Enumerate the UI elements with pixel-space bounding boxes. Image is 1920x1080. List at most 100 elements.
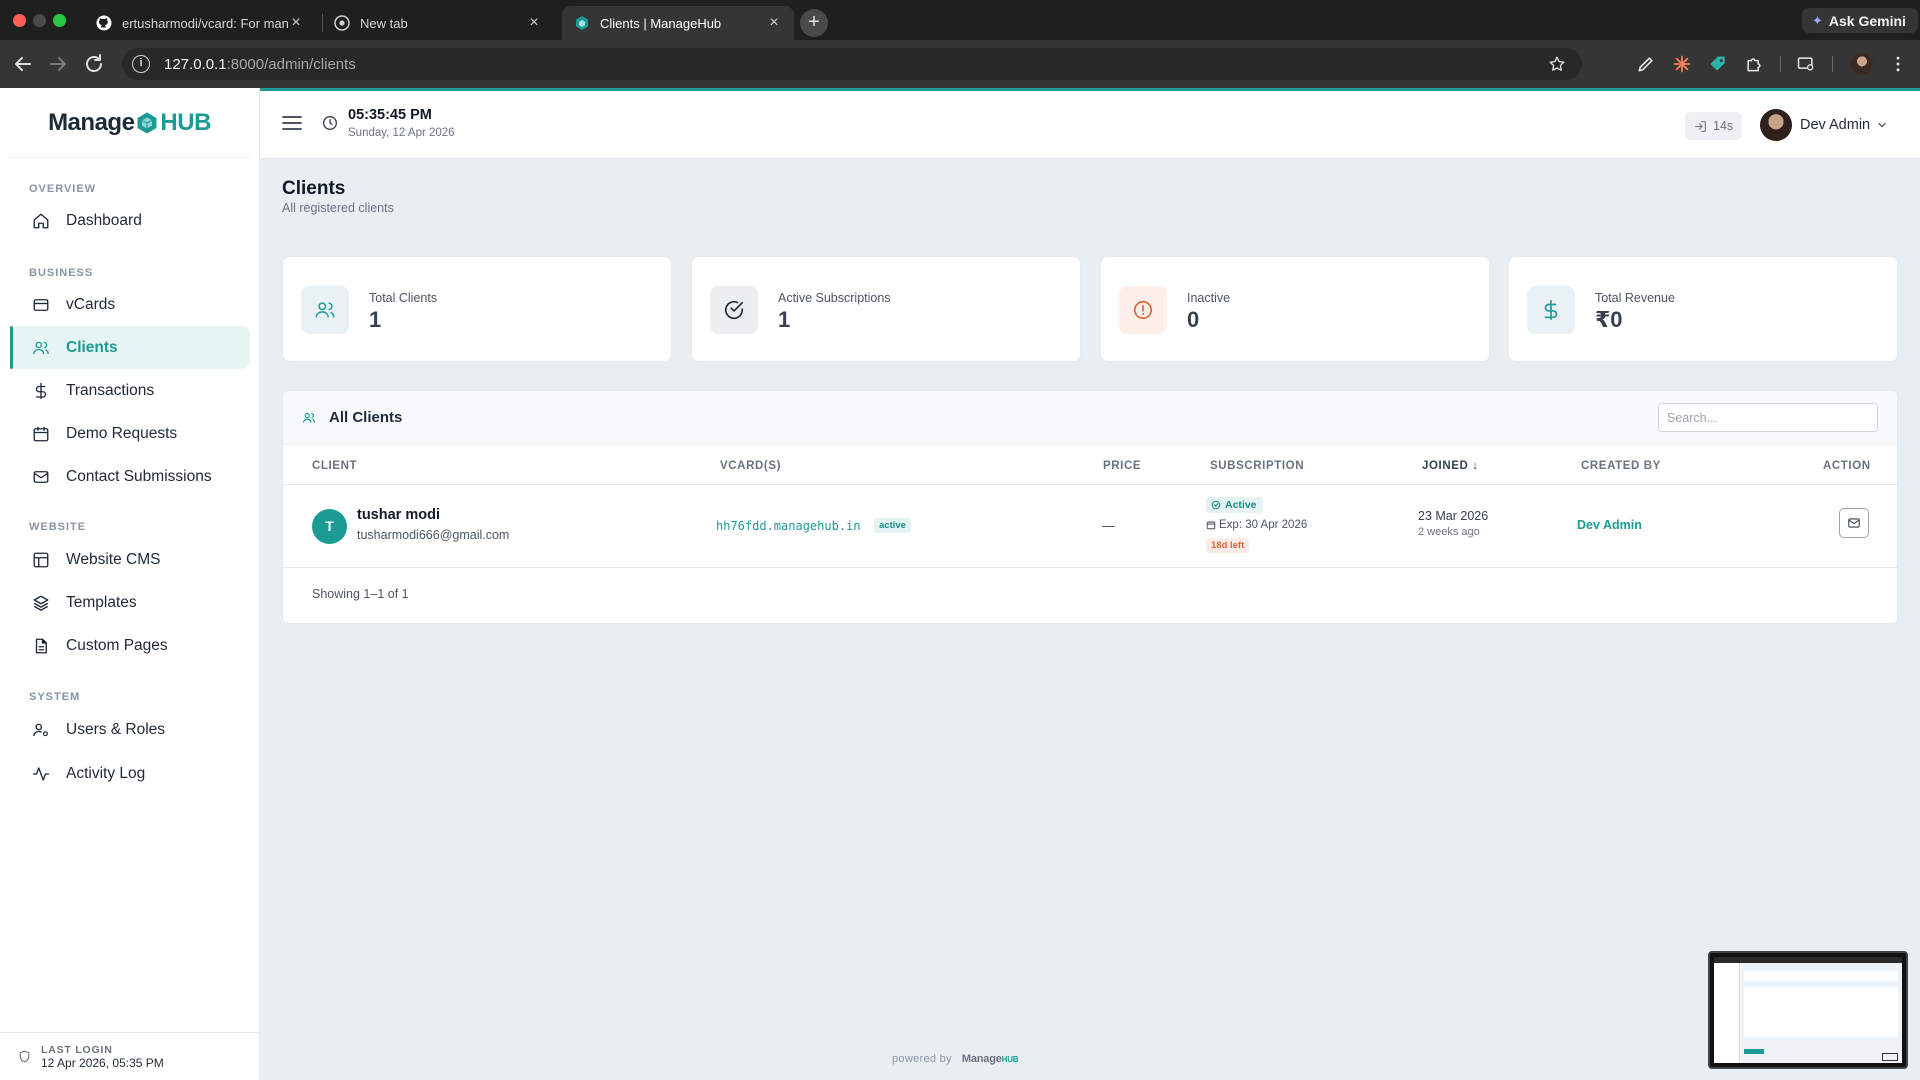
extensions-puzzle-icon[interactable] — [1744, 54, 1764, 74]
calendar-icon — [33, 426, 49, 441]
stat-card-total-revenue: Total Revenue ₹0 — [1508, 256, 1898, 362]
close-tab-icon[interactable]: × — [766, 15, 782, 31]
sidebar-item-users-roles[interactable]: Users & Roles — [10, 708, 250, 751]
vcard-link[interactable]: hh76fdd.managehub.in — [716, 519, 861, 533]
pagination-info: Showing 1–1 of 1 — [312, 587, 409, 601]
stat-value: 0 — [1187, 307, 1200, 332]
back-icon[interactable] — [11, 52, 35, 76]
footer: powered by ManageHUB — [892, 1053, 1019, 1065]
stat-value: 1 — [369, 307, 382, 332]
reload-icon[interactable] — [82, 52, 106, 76]
screenshot-preview-thumbnail[interactable] — [1708, 951, 1908, 1069]
sidebar-item-templates[interactable]: Templates — [10, 581, 250, 624]
ask-gemini-label: Ask Gemini — [1828, 12, 1906, 29]
sidebar-item-label: Transactions — [66, 381, 155, 399]
column-header-vcards[interactable]: VCARD(S) — [720, 460, 781, 472]
sidebar-item-contact-submissions[interactable]: Contact Submissions — [10, 455, 250, 498]
joined-date: 23 Mar 2026 — [1418, 509, 1489, 523]
subscription-status-badge: Active — [1206, 497, 1263, 513]
users-icon — [302, 413, 316, 423]
logo-cube-icon — [137, 112, 157, 133]
address-bar[interactable]: i 127.0.0.1 :8000/admin/clients — [122, 48, 1582, 80]
bookmark-star-icon[interactable] — [1548, 55, 1566, 73]
maximize-window-button[interactable] — [53, 14, 66, 27]
clients-table-panel: All Clients CLIENT VCARD(S) PRICE SUBSCR… — [282, 390, 1898, 624]
extension-burst-icon[interactable] — [1672, 54, 1692, 74]
managehub-icon — [576, 16, 588, 30]
stat-icon-box — [301, 286, 349, 334]
column-header-joined[interactable]: JOINED ↓ — [1422, 460, 1479, 472]
close-tab-icon[interactable]: × — [288, 15, 304, 31]
column-header-price[interactable]: PRICE — [1103, 460, 1141, 472]
stat-icon-box — [1119, 286, 1167, 334]
nav-section-overview: OVERVIEW — [29, 183, 97, 195]
panel-header: All Clients — [283, 391, 1897, 445]
avatar — [1760, 109, 1792, 141]
sidebar-item-label: Dashboard — [66, 211, 142, 229]
column-header-subscription[interactable]: SUBSCRIPTION — [1210, 460, 1304, 472]
gemini-spark-icon: ✦ — [1812, 12, 1823, 28]
column-header-client[interactable]: CLIENT — [312, 460, 357, 472]
minimize-window-button[interactable] — [33, 14, 46, 27]
tab-clients-managehub[interactable]: Clients | ManageHub × — [562, 6, 794, 40]
new-tab-button[interactable]: + — [800, 9, 828, 37]
session-timer-badge[interactable]: 14s — [1685, 112, 1743, 140]
last-login-label: LAST LOGIN — [41, 1043, 113, 1056]
clock-icon — [323, 116, 337, 130]
send-email-button[interactable] — [1839, 508, 1869, 538]
sidebar-item-label: Templates — [66, 593, 137, 611]
sidebar: Manage HUB OVERVIEW Dashboard BUSINESS v… — [0, 88, 260, 1080]
browser-tab-strip: ertusharmodi/vcard: For mana × New tab ×… — [0, 0, 1920, 40]
stat-label: Total Revenue — [1595, 291, 1675, 305]
sidebar-item-clients[interactable]: Clients — [10, 326, 250, 369]
page-title: Clients — [282, 178, 346, 199]
sidebar-item-transactions[interactable]: Transactions — [10, 369, 250, 412]
client-name[interactable]: tushar modi — [357, 507, 440, 523]
sidebar-item-dashboard[interactable]: Dashboard — [10, 199, 250, 242]
user-menu[interactable]: Dev Admin — [1760, 109, 1888, 141]
pen-tool-icon[interactable] — [1636, 54, 1656, 74]
days-left-badge: 18d left — [1206, 538, 1250, 553]
sidebar-item-custom-pages[interactable]: Custom Pages — [10, 624, 250, 667]
close-tab-icon[interactable]: × — [526, 15, 542, 31]
menu-toggle-icon[interactable] — [282, 115, 302, 131]
browser-profile-avatar[interactable] — [1851, 53, 1873, 75]
search-input[interactable] — [1658, 403, 1878, 432]
chrome-icon — [334, 15, 350, 31]
footer-logo-hub: HUB — [1001, 1055, 1019, 1064]
sidebar-item-activity-log[interactable]: Activity Log — [10, 752, 250, 795]
last-login-value: 12 Apr 2026, 05:35 PM — [41, 1055, 164, 1070]
sidebar-item-label: Custom Pages — [66, 636, 168, 654]
logo-text-hub: HUB — [160, 108, 211, 136]
column-header-action: ACTION — [1823, 460, 1871, 472]
tab-title: New tab — [360, 15, 408, 31]
created-by-link[interactable]: Dev Admin — [1577, 518, 1642, 532]
ask-gemini-button[interactable]: ✦ Ask Gemini — [1802, 8, 1918, 33]
site-info-icon[interactable]: i — [132, 55, 150, 73]
cast-search-icon[interactable] — [1796, 54, 1816, 74]
sidebar-item-website-cms[interactable]: Website CMS — [10, 538, 250, 581]
calendar-icon — [1206, 521, 1216, 530]
client-avatar: T — [312, 509, 347, 544]
check-circle-icon — [724, 301, 744, 319]
dollar-icon — [1544, 300, 1558, 320]
more-menu-icon[interactable] — [1888, 54, 1908, 74]
tab-new-tab[interactable]: New tab × — [322, 6, 554, 40]
sidebar-item-vcards[interactable]: vCards — [10, 283, 250, 326]
extension-tag-icon[interactable] — [1708, 54, 1728, 74]
sidebar-logo[interactable]: Manage HUB — [8, 88, 251, 158]
column-header-created-by[interactable]: CREATED BY — [1581, 460, 1661, 472]
tab-github[interactable]: ertusharmodi/vcard: For mana × — [84, 6, 316, 40]
users-icon — [33, 341, 49, 354]
tab-title: Clients | ManageHub — [600, 15, 722, 31]
sidebar-item-demo-requests[interactable]: Demo Requests — [10, 412, 250, 455]
close-window-button[interactable] — [13, 14, 26, 27]
footer-logo: ManageHUB — [962, 1053, 1019, 1065]
forward-icon[interactable] — [46, 52, 70, 76]
sidebar-item-label: Demo Requests — [66, 424, 178, 442]
sidebar-item-label: Clients — [66, 338, 118, 356]
layout-icon — [33, 552, 49, 567]
stat-label: Active Subscriptions — [778, 291, 891, 305]
users-icon — [315, 302, 335, 318]
stat-card-active-subscriptions: Active Subscriptions 1 — [691, 256, 1081, 362]
